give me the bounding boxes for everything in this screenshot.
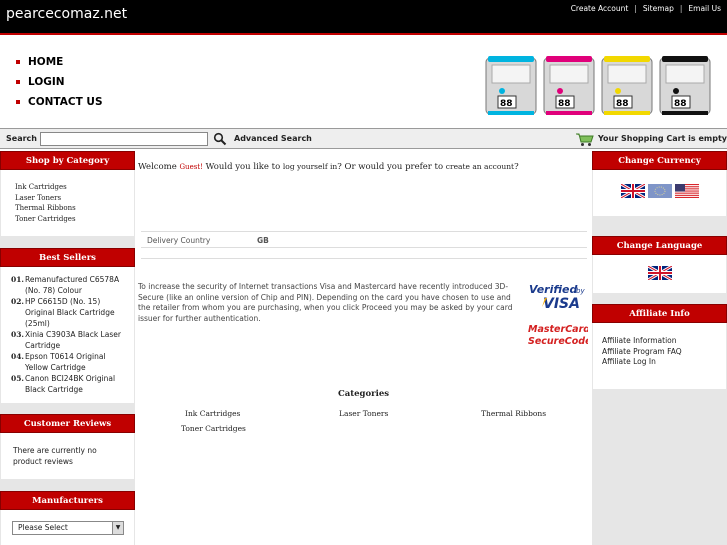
search-icon[interactable] — [213, 132, 227, 146]
search-label: Search — [6, 134, 37, 143]
login-link[interactable]: log yourself in — [283, 162, 337, 171]
guest-label: Guest! — [179, 163, 203, 171]
cart-status[interactable]: Your Shopping Cart is empty — [598, 134, 727, 143]
separator: | — [634, 4, 637, 13]
verified-by-visa-logo: Verified by VISA — [529, 283, 585, 311]
bullet-icon — [16, 60, 20, 64]
delivery-divider — [141, 249, 587, 259]
security-notice: To increase the security of Internet tra… — [138, 282, 513, 323]
create-account-inline-link[interactable]: create an account — [446, 162, 514, 171]
top-links: Create Account | Sitemap | Email Us — [571, 4, 721, 13]
nav-home[interactable]: HOME — [16, 52, 103, 72]
shop-by-category-heading: Shop by Category — [0, 151, 135, 170]
affiliate-info-heading: Affiliate Info — [592, 304, 727, 323]
black-cartridge-icon: 88 — [659, 56, 711, 115]
svg-text:Verified: Verified — [529, 283, 577, 296]
reviews-message: There are currently no product reviews — [1, 433, 134, 479]
delivery-country-value: GB — [257, 236, 269, 245]
affiliate-information-link[interactable]: Affiliate Information — [602, 336, 717, 347]
language-flags — [593, 255, 726, 293]
category-link[interactable]: Ink Cartridges — [15, 182, 120, 193]
affiliate-links: Affiliate Information Affiliate Program … — [593, 323, 726, 389]
delivery-country-label: Delivery Country — [147, 236, 211, 245]
main-category-link[interactable]: Laser Toners — [339, 409, 388, 418]
bullet-icon — [16, 100, 20, 104]
right-sidebar: Change Currency Change Language Affiliat… — [592, 151, 727, 545]
affiliate-login-link[interactable]: Affiliate Log In — [602, 357, 717, 368]
site-logo[interactable]: pearcecomaz.net — [6, 6, 127, 22]
chevron-down-icon: ▼ — [112, 522, 123, 534]
bullet-icon — [16, 80, 20, 84]
nav-login[interactable]: LOGIN — [16, 72, 103, 92]
advanced-search-link[interactable]: Advanced Search — [234, 134, 312, 143]
left-sidebar: Shop by Category Ink Cartridges Laser To… — [0, 151, 135, 545]
best-seller-item[interactable]: 05. Canon BCI24BK Original Black Cartridg… — [11, 373, 128, 395]
category-list: Ink Cartridges Laser Toners Thermal Ribb… — [1, 170, 134, 236]
uk-flag-icon[interactable] — [620, 184, 645, 198]
category-link[interactable]: Thermal Ribbons — [15, 203, 120, 214]
nav-contact-us[interactable]: CONTACT US — [16, 92, 103, 112]
best-seller-item[interactable]: 04. Epson T0614 Original Yellow Cartridge — [11, 351, 128, 373]
welcome-message: Welcome Guest! Would you like to log you… — [138, 162, 519, 172]
change-language-heading: Change Language — [592, 236, 727, 255]
manufacturers-box: Please Select ▼ — [1, 510, 134, 545]
svg-text:88: 88 — [674, 99, 687, 109]
separator: | — [679, 4, 683, 13]
mastercard-securecode-logo: MasterCard. SecureCode. — [528, 324, 588, 347]
svg-text:by: by — [576, 287, 585, 295]
create-account-link[interactable]: Create Account — [571, 4, 629, 13]
category-link[interactable]: Laser Toners — [15, 193, 120, 204]
delivery-country-row: Delivery Country GB — [141, 231, 587, 248]
change-currency-heading: Change Currency — [592, 151, 727, 170]
main-nav: HOME LOGIN CONTACT US — [16, 52, 103, 112]
main-category-link[interactable]: Toner Cartridges — [181, 424, 246, 433]
eu-flag-icon[interactable] — [647, 184, 672, 198]
manufacturers-heading: Manufacturers — [0, 491, 135, 510]
magenta-cartridge-icon: 88 — [543, 56, 595, 115]
main-category-link[interactable]: Thermal Ribbons — [481, 409, 546, 418]
main-content: Welcome Guest! Would you like to log you… — [137, 151, 590, 545]
header-divider — [0, 33, 727, 35]
best-sellers-heading: Best Sellers — [0, 248, 135, 267]
svg-text:SecureCode.: SecureCode. — [528, 336, 588, 347]
svg-text:88: 88 — [500, 99, 513, 109]
manufacturer-select[interactable]: Please Select ▼ — [12, 521, 124, 535]
best-seller-item[interactable]: 03. Xinia C3903A Black Laser Cartridge — [11, 329, 128, 351]
svg-text:VISA: VISA — [543, 296, 580, 311]
search-input[interactable] — [40, 132, 208, 146]
cyan-cartridge-icon: 88 — [485, 56, 537, 115]
currency-flags — [593, 170, 726, 216]
svg-text:88: 88 — [558, 99, 571, 109]
uk-flag-icon[interactable] — [647, 266, 672, 280]
best-seller-item[interactable]: 02. HP C6615D (No. 15) Original Black Car… — [11, 296, 128, 329]
category-link[interactable]: Toner Cartridges — [15, 214, 120, 225]
sitemap-link[interactable]: Sitemap — [643, 4, 674, 13]
affiliate-faq-link[interactable]: Affiliate Program FAQ — [602, 347, 717, 358]
svg-text:88: 88 — [616, 99, 629, 109]
shopping-cart-icon[interactable] — [575, 132, 595, 147]
svg-text:MasterCard.: MasterCard. — [528, 324, 588, 335]
search-bar: Search Advanced Search Your Shopping Car… — [0, 128, 727, 149]
email-us-link[interactable]: Email Us — [688, 4, 721, 13]
best-seller-item[interactable]: 01. Remanufactured C6578A (No. 78) Colour — [11, 274, 128, 296]
best-sellers-list: 01. Remanufactured C6578A (No. 78) Colour… — [1, 267, 134, 403]
main-category-link[interactable]: Ink Cartridges — [185, 409, 240, 418]
us-flag-icon[interactable] — [674, 184, 699, 198]
ink-cartridges-banner: 88 88 88 88 — [485, 56, 711, 115]
customer-reviews-heading: Customer Reviews — [0, 414, 135, 433]
top-bar: pearcecomaz.net Create Account | Sitemap… — [0, 0, 727, 33]
categories-heading: Categories — [337, 389, 390, 399]
yellow-cartridge-icon: 88 — [601, 56, 653, 115]
